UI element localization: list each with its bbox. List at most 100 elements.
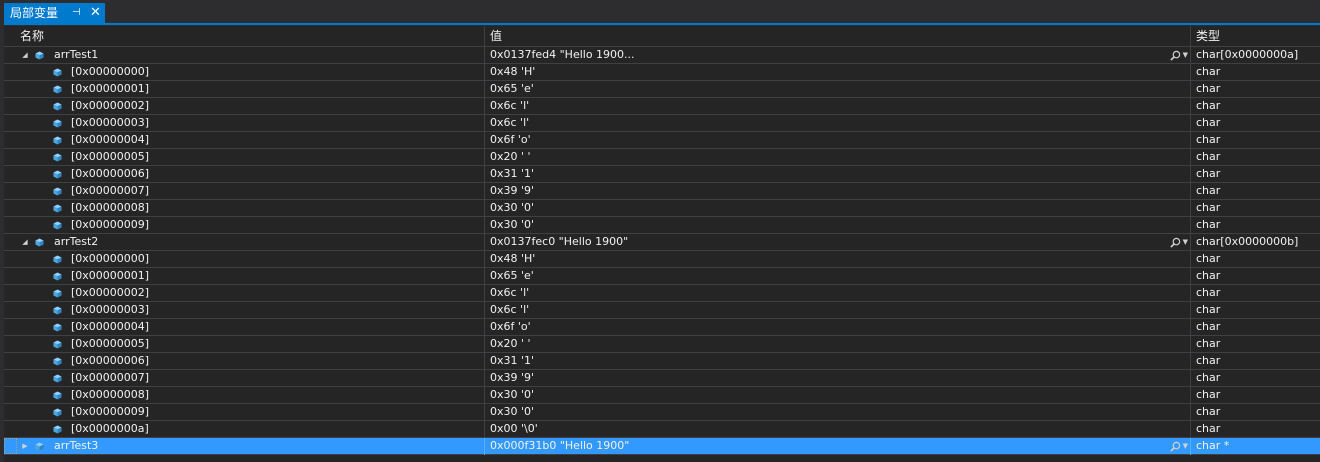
tab-title: 局部变量 <box>10 6 59 20</box>
column-divider <box>1190 370 1191 387</box>
column-divider <box>484 166 485 183</box>
column-divider <box>1190 81 1191 98</box>
variable-row[interactable]: ▶ arrTest3 0x000f31b0 "Hello 1900" ▼ char * <box>4 438 1320 455</box>
variable-value[interactable]: 0x6f 'o' <box>490 319 1150 335</box>
dropdown-arrow-icon[interactable]: ▼ <box>1183 438 1188 454</box>
variable-row[interactable]: [0x00000004] 0x6f 'o' char <box>4 319 1320 336</box>
variable-value[interactable]: 0x6f 'o' <box>490 132 1150 148</box>
variable-icon <box>53 272 62 281</box>
variable-type: char <box>1196 99 1221 112</box>
close-icon[interactable]: ✕ <box>90 6 101 20</box>
variable-row[interactable]: [0x00000002] 0x6c 'l' char <box>4 285 1320 302</box>
magnifier-icon[interactable] <box>1169 237 1181 248</box>
variable-value[interactable]: 0x39 '9' <box>490 370 1150 386</box>
variable-value[interactable]: 0x65 'e' <box>490 268 1150 284</box>
variable-row[interactable]: [0x00000003] 0x6c 'l' char <box>4 302 1320 319</box>
variable-value[interactable]: 0x48 'H' <box>490 64 1150 80</box>
variable-row[interactable]: [0x00000008] 0x30 '0' char <box>4 387 1320 404</box>
variable-name: arrTest2 <box>54 235 99 248</box>
variable-icon <box>53 255 62 264</box>
variable-value[interactable]: 0x6c 'l' <box>490 302 1150 318</box>
dropdown-arrow-icon[interactable]: ▼ <box>1183 47 1188 63</box>
variable-name: arrTest3 <box>54 439 99 452</box>
variable-row[interactable]: [0x00000000] 0x48 'H' char <box>4 64 1320 81</box>
variable-icon <box>53 289 62 298</box>
column-divider <box>1190 302 1191 319</box>
column-divider <box>1190 421 1191 438</box>
variable-value[interactable]: 0x6c 'l' <box>490 98 1150 114</box>
variable-row[interactable]: [0x00000002] 0x6c 'l' char <box>4 98 1320 115</box>
variable-row[interactable]: [0x00000007] 0x39 '9' char <box>4 183 1320 200</box>
pin-icon[interactable]: ⊣ <box>72 7 81 19</box>
column-divider <box>484 47 485 64</box>
variable-type: char <box>1196 167 1221 180</box>
visualizer-button[interactable]: ▼ <box>1169 438 1188 454</box>
variable-value[interactable]: 0x6c 'l' <box>490 285 1150 301</box>
visualizer-button[interactable]: ▼ <box>1169 234 1188 250</box>
variable-row[interactable]: [0x00000001] 0x65 'e' char <box>4 268 1320 285</box>
variable-value[interactable]: 0x20 ' ' <box>490 336 1150 352</box>
variable-row[interactable]: [0x00000006] 0x31 '1' char <box>4 166 1320 183</box>
variable-value[interactable]: 0x20 ' ' <box>490 149 1150 165</box>
variable-name: [0x00000000] <box>71 252 150 265</box>
variable-row[interactable]: [0x00000003] 0x6c 'l' char <box>4 115 1320 132</box>
variable-row[interactable]: [0x00000001] 0x65 'e' char <box>4 81 1320 98</box>
variable-value[interactable]: 0x00 '\0' <box>490 421 1150 437</box>
variable-value[interactable]: 0x0137fec0 "Hello 1900" <box>490 234 1150 250</box>
variable-icon <box>53 425 62 434</box>
expand-arrow-icon[interactable]: ▶ <box>20 438 30 454</box>
column-divider <box>484 251 485 268</box>
variable-value[interactable]: 0x30 '0' <box>490 387 1150 403</box>
column-divider <box>484 336 485 353</box>
column-divider <box>1190 234 1191 251</box>
tab-locals[interactable]: 局部变量 ⊣ ✕ <box>4 3 105 24</box>
variable-value[interactable]: 0x30 '0' <box>490 200 1150 216</box>
column-splitter[interactable] <box>484 26 485 47</box>
column-header-type[interactable]: 类型 <box>1196 26 1220 46</box>
variable-value[interactable]: 0x6c 'l' <box>490 115 1150 131</box>
variable-value[interactable]: 0x0137fed4 "Hello 1900... <box>490 47 1150 63</box>
column-divider <box>484 183 485 200</box>
magnifier-icon[interactable] <box>1169 50 1181 61</box>
collapse-arrow-icon[interactable]: ◢ <box>20 234 30 250</box>
variable-name: [0x00000006] <box>71 354 150 367</box>
variable-row[interactable]: [0x00000005] 0x20 ' ' char <box>4 149 1320 166</box>
variable-icon <box>53 357 62 366</box>
variable-row[interactable]: ◢ arrTest1 0x0137fed4 "Hello 1900... ▼ char[… <box>4 47 1320 64</box>
variable-name: [0x00000002] <box>71 99 150 112</box>
variable-row[interactable]: [0x00000006] 0x31 '1' char <box>4 353 1320 370</box>
variable-row[interactable]: [0x0000000a] 0x00 '\0' char <box>4 421 1320 438</box>
column-divider <box>484 217 485 234</box>
variable-row[interactable]: [0x00000009] 0x30 '0' char <box>4 404 1320 421</box>
variable-row[interactable]: ◢ arrTest2 0x0137fec0 "Hello 1900" ▼ char[0x… <box>4 234 1320 251</box>
variable-value[interactable]: 0x48 'H' <box>490 251 1150 267</box>
variable-row[interactable]: [0x00000009] 0x30 '0' char <box>4 217 1320 234</box>
variable-value[interactable]: 0x30 '0' <box>490 404 1150 420</box>
variable-type: char <box>1196 133 1221 146</box>
variable-value[interactable]: 0x31 '1' <box>490 353 1150 369</box>
column-header: 名称 值 类型 <box>4 26 1320 47</box>
column-header-name[interactable]: 名称 <box>20 26 44 46</box>
variable-row[interactable]: [0x00000005] 0x20 ' ' char <box>4 336 1320 353</box>
variable-name: [0x00000005] <box>71 337 150 350</box>
dropdown-arrow-icon[interactable]: ▼ <box>1183 234 1188 250</box>
variable-row[interactable]: [0x00000000] 0x48 'H' char <box>4 251 1320 268</box>
variable-value[interactable]: 0x000f31b0 "Hello 1900" <box>490 438 1150 454</box>
collapse-arrow-icon[interactable]: ◢ <box>20 47 30 63</box>
variable-value[interactable]: 0x30 '0' <box>490 217 1150 233</box>
column-header-value[interactable]: 值 <box>490 26 502 46</box>
variable-icon <box>53 85 62 94</box>
variable-value[interactable]: 0x65 'e' <box>490 81 1150 97</box>
visualizer-button[interactable]: ▼ <box>1169 47 1188 63</box>
variable-row[interactable]: [0x00000004] 0x6f 'o' char <box>4 132 1320 149</box>
column-splitter[interactable] <box>1190 26 1191 47</box>
variable-name: [0x00000003] <box>71 303 150 316</box>
variable-icon <box>53 153 62 162</box>
magnifier-icon[interactable] <box>1169 441 1181 452</box>
variable-row[interactable]: [0x00000007] 0x39 '9' char <box>4 370 1320 387</box>
variable-value[interactable]: 0x39 '9' <box>490 183 1150 199</box>
variable-row[interactable]: [0x00000008] 0x30 '0' char <box>4 200 1320 217</box>
variable-name: [0x00000009] <box>71 405 150 418</box>
variable-value[interactable]: 0x31 '1' <box>490 166 1150 182</box>
variable-name: [0x00000007] <box>71 371 150 384</box>
